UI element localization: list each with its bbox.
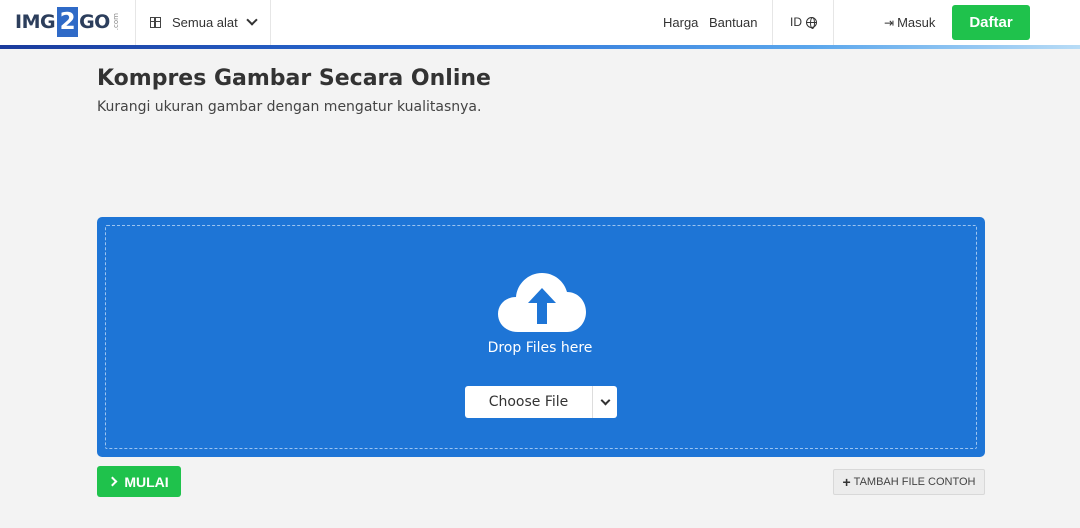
header-gradient-bar [0,45,1080,49]
header-divider [270,0,271,45]
page-title: Kompres Gambar Secara Online [97,66,491,91]
sign-in-icon: ⇥ [884,15,895,30]
logo-text-com: .com [111,13,120,31]
choose-file-dropdown: Choose File [465,386,617,418]
chevron-right-icon [107,476,118,487]
chevron-down-icon [600,395,610,405]
img2go-logo[interactable]: IMG 2 GO .com [15,6,120,38]
all-tools-label: Semua alat [172,14,238,30]
logo-text-img: IMG [15,11,56,33]
all-tools-menu[interactable]: Semua alat [150,13,258,31]
nav-pricing-link[interactable]: Harga [663,15,698,30]
add-sample-label: TAMBAH FILE CONTOH [853,476,976,488]
language-code: ID [790,15,802,29]
globe-icon [806,16,817,29]
login-link[interactable]: ⇥ Masuk [884,15,935,30]
logo-text-2: 2 [57,7,79,37]
choose-file-button[interactable]: Choose File [465,386,592,418]
file-drop-zone[interactable] [97,217,985,457]
header-divider [772,0,773,45]
start-button[interactable]: MULAI [97,466,181,497]
plus-icon: + [842,474,851,490]
top-header: IMG 2 GO .com Semua alat Harga Bantuan I… [0,0,1080,45]
header-divider [135,0,136,45]
page-subtitle: Kurangi ukuran gambar dengan mengatur ku… [97,99,482,115]
signup-button[interactable]: Daftar [952,5,1030,40]
choose-source-toggle[interactable] [593,386,617,418]
grid-icon [150,16,161,28]
cloud-upload-icon [498,273,586,332]
login-label: Masuk [897,15,936,30]
language-selector[interactable]: ID [790,15,817,29]
header-divider [833,0,834,45]
drop-files-text: Drop Files here [487,340,593,356]
start-label: MULAI [124,473,169,490]
chevron-down-icon [246,13,258,26]
logo-text-go: GO [79,11,110,33]
add-sample-file-button[interactable]: + TAMBAH FILE CONTOH [833,469,985,495]
nav-help-link[interactable]: Bantuan [709,15,757,30]
